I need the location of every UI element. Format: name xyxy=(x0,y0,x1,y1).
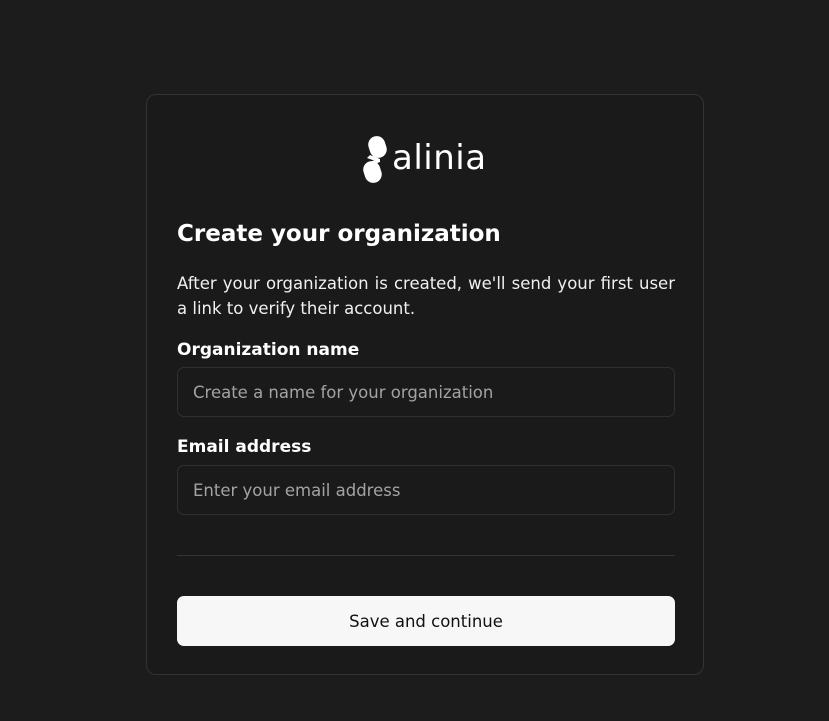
form-description: After your organization is created, we'l… xyxy=(177,274,675,318)
save-and-continue-button[interactable]: Save and continue xyxy=(177,596,675,646)
create-organization-card: alinia Create your organization After yo… xyxy=(146,94,704,675)
page-title: Create your organization xyxy=(177,221,501,247)
alinia-logo-text: alinia xyxy=(392,138,487,178)
email-address-label: Email address xyxy=(177,437,312,457)
organization-name-input[interactable] xyxy=(177,367,675,417)
alinia-mark-icon xyxy=(362,135,388,185)
alinia-logo: alinia xyxy=(362,135,487,185)
organization-name-label: Organization name xyxy=(177,340,360,360)
email-address-input[interactable] xyxy=(177,465,675,515)
form-divider xyxy=(177,555,675,556)
